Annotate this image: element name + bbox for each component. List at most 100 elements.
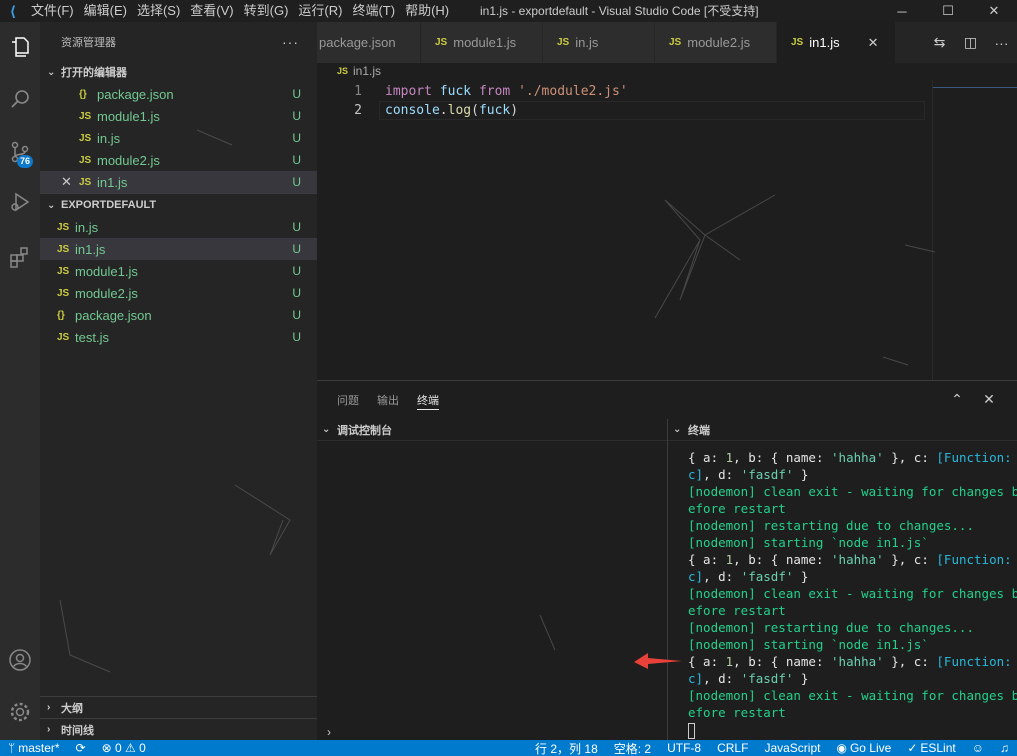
code-line[interactable]: 1 import fuck from './module2.js' xyxy=(317,82,628,101)
code-editor[interactable]: JS in1.js 1 import fuck from './module2.j… xyxy=(317,63,1017,380)
tab-module1-js[interactable]: JS module1.js xyxy=(421,22,543,63)
more-actions-icon[interactable]: ··· xyxy=(282,34,299,50)
close-panel-icon[interactable]: ✕ xyxy=(973,391,1005,408)
source-control-icon[interactable]: 76 xyxy=(0,132,40,172)
feedback-icon[interactable]: ☺ xyxy=(964,741,992,755)
outline-section[interactable]: › 大纲 xyxy=(40,696,317,718)
terminal-output[interactable]: { a: 1, b: { name: 'hahha' }, c: [Functi… xyxy=(688,449,1017,739)
notifications-bell-icon[interactable]: ♫ xyxy=(992,741,1017,755)
terminal-prompt[interactable] xyxy=(688,721,1003,739)
menu-item[interactable]: 终端(T) xyxy=(347,0,400,22)
file-name: module2.js xyxy=(75,285,138,301)
menu-item[interactable]: 运行(R) xyxy=(293,0,347,22)
panel-tab[interactable]: 问题 xyxy=(337,381,359,419)
code-lines[interactable]: 1 import fuck from './module2.js' 2 cons… xyxy=(317,82,628,120)
terminal-pane: ⌄ 终端 { a: 1, b: { name: 'hahha' }, c: [Fu… xyxy=(668,419,1017,741)
terminal-text: efore restart xyxy=(688,603,786,618)
terminal-line: [nodemon] starting `node in1.js` xyxy=(688,534,1003,551)
tab-in-js[interactable]: JS in.js xyxy=(543,22,655,63)
menu-item[interactable]: 编辑(E) xyxy=(79,0,132,22)
terminal-text: [nodemon] starting `node in1.js` xyxy=(688,535,929,550)
chevron-down-icon: ⌄ xyxy=(673,424,682,435)
timeline-section[interactable]: › 时间线 xyxy=(40,718,317,740)
title-bar: ⟨ 文件(F) 编辑(E) 选择(S) 查看(V) 转到(G) 运行(R) 终端(T) 帮助(… xyxy=(0,0,1017,22)
maximize-panel-icon[interactable]: ⌃ xyxy=(941,391,973,408)
maximize-icon[interactable]: ☐ xyxy=(925,0,971,22)
minimap-slider[interactable] xyxy=(933,80,1017,88)
file-tree-item[interactable]: JS in.js U xyxy=(40,216,317,238)
run-debug-icon[interactable] xyxy=(0,182,40,222)
minimap[interactable] xyxy=(932,80,1017,380)
red-arrow-annotation xyxy=(634,653,682,669)
git-status-badge: U xyxy=(292,131,301,145)
tab-in1-js[interactable]: JS in1.js ✕ xyxy=(777,22,896,63)
terminal-text: 'hahha' xyxy=(831,552,884,567)
go-live-button[interactable]: ◉ Go Live xyxy=(828,741,899,755)
account-icon[interactable] xyxy=(0,640,40,680)
debug-console-header[interactable]: ⌄ 调试控制台 xyxy=(317,419,667,441)
more-actions-icon[interactable]: ··· xyxy=(986,35,1017,51)
file-tree-item[interactable]: JS module2.js U xyxy=(40,282,317,304)
chevron-right-icon: › xyxy=(47,724,51,735)
terminal-text: 'fasdf' xyxy=(740,467,794,482)
js-file-icon: JS xyxy=(57,287,70,299)
sync-icon[interactable]: ⟳ xyxy=(68,741,94,755)
minimize-icon[interactable]: ─ xyxy=(879,0,925,22)
close-icon[interactable]: ✕ xyxy=(61,174,72,190)
file-tree-item[interactable]: JS test.js U xyxy=(40,326,317,348)
split-editor-icon[interactable]: ◫ xyxy=(955,34,986,51)
menu-item[interactable]: 查看(V) xyxy=(185,0,238,22)
file-tree-item[interactable]: {} package.json U xyxy=(40,304,317,326)
json-file-icon: {} xyxy=(79,88,87,100)
terminal-text: 'fasdf' xyxy=(740,569,794,584)
line-content[interactable]: import fuck from './module2.js' xyxy=(362,82,628,101)
problems-indicator[interactable]: ⊗ 0 ⚠ 0 xyxy=(94,741,154,755)
panel-tab[interactable]: 输出 xyxy=(377,381,399,419)
open-editors-header[interactable]: ⌄ 打开的编辑器 xyxy=(40,61,317,83)
language-mode[interactable]: JavaScript xyxy=(756,741,828,755)
panel-actions: ⌃ ✕ xyxy=(941,391,1005,408)
debug-console-pane: ⌄ 调试控制台 › xyxy=(317,419,668,741)
status-bar: ᛘ master* ⟳ ⊗ 0 ⚠ 0 行 2，列 18 空格: 2 UTF-8 … xyxy=(0,740,1017,756)
settings-gear-icon[interactable] xyxy=(0,692,40,732)
menu-item[interactable]: 文件(F) xyxy=(26,0,79,22)
git-status-badge: U xyxy=(292,264,301,278)
folder-header[interactable]: ⌄ EXPORTDEFAULT xyxy=(40,194,317,216)
search-icon[interactable] xyxy=(0,79,40,119)
menu-item[interactable]: 帮助(H) xyxy=(400,0,454,22)
file-tree-item[interactable]: JS module1.js U xyxy=(40,260,317,282)
compare-icon[interactable]: ⇆ xyxy=(924,34,955,51)
terminal-line: c], d: 'fasdf' } xyxy=(688,466,1003,483)
open-editor-item[interactable]: JS in.js U xyxy=(40,127,317,149)
extensions-icon[interactable] xyxy=(0,237,40,277)
indentation[interactable]: 空格: 2 xyxy=(606,740,659,756)
line-ending[interactable]: CRLF xyxy=(709,741,756,755)
tab-module2-js[interactable]: JS module2.js xyxy=(655,22,777,63)
open-editor-item[interactable]: JS module1.js U xyxy=(40,105,317,127)
terminal-text: 'hahha' xyxy=(831,450,884,465)
close-icon[interactable]: ✕ xyxy=(868,33,879,52)
explorer-icon[interactable] xyxy=(0,27,40,67)
menu-item[interactable]: 转到(G) xyxy=(239,0,294,22)
eslint-status[interactable]: ✓ ESLint xyxy=(899,741,963,755)
terminal-header[interactable]: ⌄ 终端 xyxy=(668,419,1017,441)
file-tree-item[interactable]: JS in1.js U xyxy=(40,238,317,260)
cursor-position[interactable]: 行 2，列 18 xyxy=(527,740,606,756)
panel-tab[interactable]: 终端 xyxy=(417,390,439,410)
line-content[interactable]: console.log(fuck) xyxy=(362,101,518,120)
breadcrumb[interactable]: JS in1.js xyxy=(317,63,1017,79)
git-status-badge: U xyxy=(292,87,301,101)
code-token: from xyxy=(478,84,511,99)
close-icon[interactable]: ✕ xyxy=(971,0,1017,22)
open-editor-item[interactable]: JS module2.js U xyxy=(40,149,317,171)
encoding[interactable]: UTF-8 xyxy=(659,741,709,755)
tab-package-json[interactable]: package.json xyxy=(317,22,421,63)
menu-item[interactable]: 选择(S) xyxy=(132,0,185,22)
terminal-text: [nodemon] starting `node in1.js` xyxy=(688,637,929,652)
open-editor-item[interactable]: {} package.json U xyxy=(40,83,317,105)
open-editor-item[interactable]: ✕ JS in1.js U xyxy=(40,171,317,193)
repl-input-chevron-icon[interactable]: › xyxy=(327,725,331,739)
branch-indicator[interactable]: ᛘ master* xyxy=(0,741,68,755)
code-line[interactable]: 2 console.log(fuck) xyxy=(317,101,628,120)
js-file-icon: JS xyxy=(791,37,804,48)
